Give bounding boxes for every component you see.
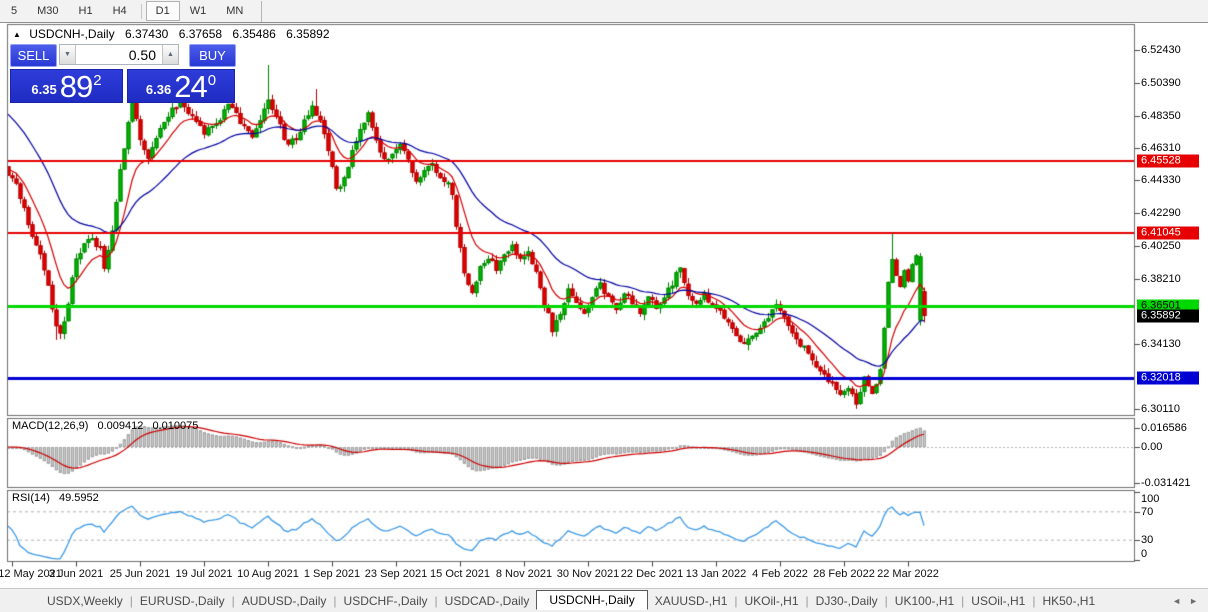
tab-usdcad-daily[interactable]: USDCAD-,Daily <box>438 591 537 611</box>
buy-price-box[interactable]: 6.36 24 0 <box>127 69 235 103</box>
date-axis-label: 22 Dec 2021 <box>620 568 684 580</box>
sell-price-big: 89 <box>59 69 93 104</box>
date-axis-label: 23 Sep 2021 <box>364 568 428 580</box>
price-axis-label: 6.50390 <box>1141 76 1181 89</box>
date-axis-label: 4 Feb 2022 <box>752 568 808 580</box>
ohlc-low: 6.35486 <box>232 27 276 41</box>
date-axis-label: 19 Jul 2021 <box>175 568 233 580</box>
date-axis-label: 10 Aug 2021 <box>237 568 299 580</box>
symbol-header: ▲ USDCNH-,Daily 6.37430 6.37658 6.35486 … <box>13 27 330 41</box>
macd-value-main: 0.009412 <box>97 420 144 432</box>
date-axis-label: 1 Sep 2021 <box>303 568 361 580</box>
date-axis-label: 28 Feb 2022 <box>813 568 875 580</box>
price-axis-label: 6.40250 <box>1141 239 1181 252</box>
price-axis-label: 6.42290 <box>1141 207 1181 220</box>
ohlc-close: 6.35892 <box>286 27 330 41</box>
tab-scroll-left-button[interactable]: ◄ <box>1172 596 1181 606</box>
symbol-title: USDCNH-,Daily <box>29 27 115 41</box>
buy-price-sup: 0 <box>207 72 217 89</box>
price-axis-label: 6.30110 <box>1141 402 1180 415</box>
macd-axis-label: 0.016586 <box>1141 421 1187 434</box>
tab-xauusd-h1[interactable]: XAUUSD-,H1 <box>648 591 735 611</box>
date-axis-label: 30 Nov 2021 <box>556 568 620 580</box>
rsi-axis-label: 30 <box>1141 534 1154 547</box>
trade-panel: SELL ▼ ▲ BUY 6.35 89 2 6.36 24 <box>10 44 236 103</box>
rsi-name: RSI(14) <box>12 492 50 504</box>
down-arrow-icon: ▼ <box>64 51 71 58</box>
date-axis-label: 13 Jan 2022 <box>685 568 747 580</box>
hline-price-label: 6.45528 <box>1137 154 1199 168</box>
ohlc-high: 6.37658 <box>178 27 223 41</box>
price-axis-label: 6.48350 <box>1141 109 1181 122</box>
rsi-axis-label: 70 <box>1141 505 1154 518</box>
hline-price-label: 6.41045 <box>1137 226 1199 240</box>
macd-name: MACD(12,26,9) <box>12 420 89 432</box>
date-axis-label: 3 Jun 2021 <box>48 568 104 580</box>
macd-label: MACD(12,26,9) 0.009412 0.010075 <box>12 420 198 432</box>
lot-decrease-button[interactable]: ▼ <box>60 45 76 64</box>
sell-button[interactable]: SELL <box>10 44 57 67</box>
macd-value-signal: 0.010075 <box>152 420 199 432</box>
price-axis-label: 6.38210 <box>1141 272 1181 285</box>
price-axis-label: 6.44330 <box>1141 174 1181 187</box>
sell-price-box[interactable]: 6.35 89 2 <box>10 69 123 103</box>
rsi-axis-label: 100 <box>1141 493 1160 505</box>
macd-axis-label: -0.031421 <box>1141 477 1191 490</box>
price-axis-label: 6.52430 <box>1141 44 1181 57</box>
lot-input[interactable] <box>76 45 162 64</box>
buy-price-small: 6.36 <box>145 82 172 97</box>
buy-button[interactable]: BUY <box>189 44 236 67</box>
tab-uk100-h1[interactable]: UK100-,H1 <box>888 591 961 611</box>
tab-ukoil-h1[interactable]: UKOil-,H1 <box>738 591 806 611</box>
lot-increase-button[interactable]: ▲ <box>162 45 178 64</box>
tab-scroll-right-button[interactable]: ► <box>1189 596 1198 606</box>
ohlc-open: 6.37430 <box>124 27 169 41</box>
tab-usdcnh-daily[interactable]: USDCNH-,Daily <box>536 589 648 610</box>
lot-spinner: ▼ ▲ <box>59 44 179 65</box>
sell-price-small: 6.35 <box>31 82 57 97</box>
rsi-label: RSI(14) 49.5952 <box>12 492 99 504</box>
trading-platform-window: 5M30H1H4D1W1MN ▲ USDCNH-,Daily 6.37430 6… <box>0 0 1208 612</box>
tab-eurusd-daily[interactable]: EURUSD-,Daily <box>133 591 232 611</box>
tab-audusd-daily[interactable]: AUDUSD-,Daily <box>235 591 334 611</box>
chart-tab-bar: USDX,Weekly | EURUSD-,Daily | AUDUSD-,Daily |… <box>0 588 1208 612</box>
tab-usdchf-daily[interactable]: USDCHF-,Daily <box>337 591 435 611</box>
date-axis-label: 15 Oct 2021 <box>430 568 490 580</box>
date-axis-label: 25 Jun 2021 <box>109 568 171 580</box>
sell-price-sup: 2 <box>93 72 102 89</box>
collapse-arrow-icon[interactable]: ▲ <box>13 30 21 39</box>
tab-dj30-daily[interactable]: DJ30-,Daily <box>809 591 885 611</box>
date-axis-label: 8 Nov 2021 <box>495 568 553 580</box>
tab-usoil-h1[interactable]: USOil-,H1 <box>964 591 1032 611</box>
hline-price-label: 6.32018 <box>1137 371 1199 385</box>
macd-axis-label: 0.00 <box>1141 441 1163 453</box>
rsi-value: 49.5952 <box>58 492 99 504</box>
up-arrow-icon: ▲ <box>167 51 174 58</box>
price-axis-label: 6.34130 <box>1141 338 1181 351</box>
tab-hk50-h1[interactable]: HK50-,H1 <box>1035 591 1102 611</box>
current-price-label: 6.35892 <box>1137 309 1199 323</box>
tab-usdx-weekly[interactable]: USDX,Weekly <box>40 591 130 611</box>
rsi-axis-label: 0 <box>1141 548 1148 560</box>
price-axis-label: 6.46310 <box>1141 142 1181 155</box>
buy-price-big: 24 <box>174 69 207 104</box>
date-axis-label: 22 Mar 2022 <box>877 568 939 580</box>
